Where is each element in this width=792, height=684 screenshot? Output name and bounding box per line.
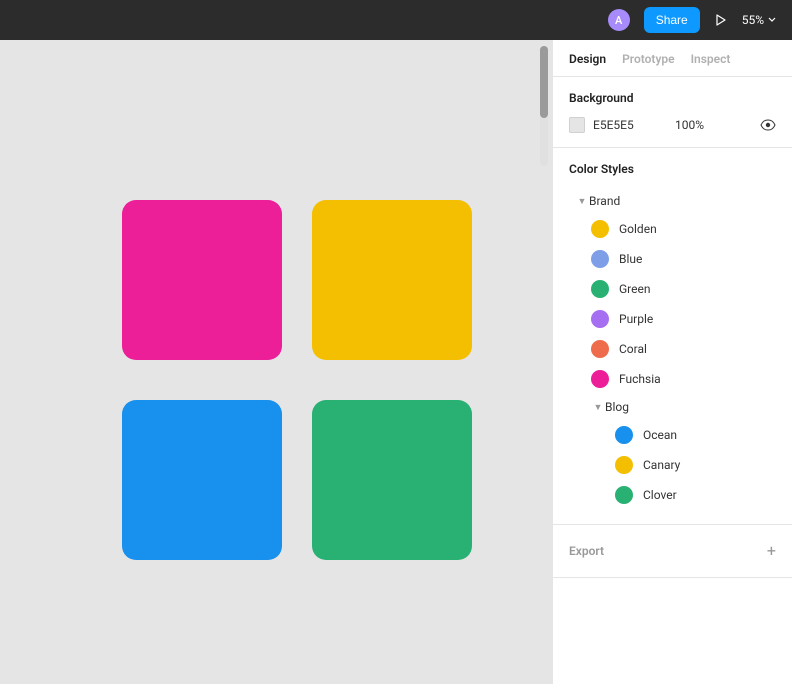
color-style-label: Green: [619, 282, 650, 296]
canvas[interactable]: [0, 40, 552, 684]
color-swatch-icon: [591, 250, 609, 268]
background-section: Background E5E5E5 100%: [553, 77, 792, 148]
chevron-down-icon: ▼: [591, 402, 605, 413]
color-style-label: Golden: [619, 222, 657, 236]
color-style-item[interactable]: Clover: [569, 480, 776, 510]
color-style-item[interactable]: Coral: [569, 334, 776, 364]
tab-inspect[interactable]: Inspect: [691, 52, 731, 66]
color-style-item[interactable]: Ocean: [569, 420, 776, 450]
color-style-label: Canary: [643, 458, 680, 472]
color-swatch-icon: [591, 220, 609, 238]
color-swatch-icon: [591, 370, 609, 388]
color-styles-section: Color Styles ▼BrandGoldenBlueGreenPurple…: [553, 148, 792, 525]
color-style-item[interactable]: Purple: [569, 304, 776, 334]
play-icon[interactable]: [714, 13, 728, 27]
background-swatch[interactable]: [569, 117, 585, 133]
color-style-label: Fuchsia: [619, 372, 661, 386]
export-section: Export +: [553, 525, 792, 578]
color-swatch-icon: [591, 310, 609, 328]
color-group-label: Brand: [589, 194, 620, 208]
color-style-item[interactable]: Fuchsia: [569, 364, 776, 394]
color-swatch-icon: [615, 486, 633, 504]
chevron-down-icon: ▼: [575, 196, 589, 207]
chevron-down-icon: [768, 16, 776, 24]
canvas-shape[interactable]: [122, 200, 282, 360]
plus-icon[interactable]: +: [767, 543, 776, 559]
color-group[interactable]: ▼Brand: [569, 188, 776, 214]
color-swatch-icon: [615, 456, 633, 474]
canvas-shape[interactable]: [312, 200, 472, 360]
color-style-item[interactable]: Golden: [569, 214, 776, 244]
color-style-label: Clover: [643, 488, 677, 502]
zoom-label: 55%: [742, 13, 764, 27]
color-swatch-icon: [591, 340, 609, 358]
color-style-item[interactable]: Blue: [569, 244, 776, 274]
color-style-label: Blue: [619, 252, 642, 266]
color-subgroup-label: Blog: [605, 400, 629, 414]
topbar: A Share 55%: [0, 0, 792, 40]
color-swatch-icon: [591, 280, 609, 298]
tab-prototype[interactable]: Prototype: [622, 52, 675, 66]
visibility-icon[interactable]: [760, 117, 776, 133]
canvas-shape[interactable]: [122, 400, 282, 560]
tab-design[interactable]: Design: [569, 52, 606, 66]
canvas-shape[interactable]: [312, 400, 472, 560]
background-hex-input[interactable]: E5E5E5: [593, 118, 653, 132]
color-style-label: Purple: [619, 312, 653, 326]
export-title: Export: [569, 544, 604, 558]
color-styles-title: Color Styles: [569, 162, 776, 176]
scrollbar-thumb[interactable]: [540, 46, 548, 118]
share-button[interactable]: Share: [644, 7, 700, 33]
inspector-panel: Design Prototype Inspect Background E5E5…: [552, 40, 792, 684]
color-style-item[interactable]: Canary: [569, 450, 776, 480]
color-swatch-icon: [615, 426, 633, 444]
color-subgroup[interactable]: ▼Blog: [569, 394, 776, 420]
color-style-label: Ocean: [643, 428, 677, 442]
color-style-item[interactable]: Green: [569, 274, 776, 304]
panel-tabs: Design Prototype Inspect: [553, 40, 792, 77]
avatar[interactable]: A: [608, 9, 630, 31]
color-style-label: Coral: [619, 342, 647, 356]
background-opacity-input[interactable]: 100%: [675, 118, 715, 132]
zoom-dropdown[interactable]: 55%: [742, 13, 776, 27]
background-title: Background: [569, 91, 776, 105]
scrollbar[interactable]: [540, 46, 548, 166]
